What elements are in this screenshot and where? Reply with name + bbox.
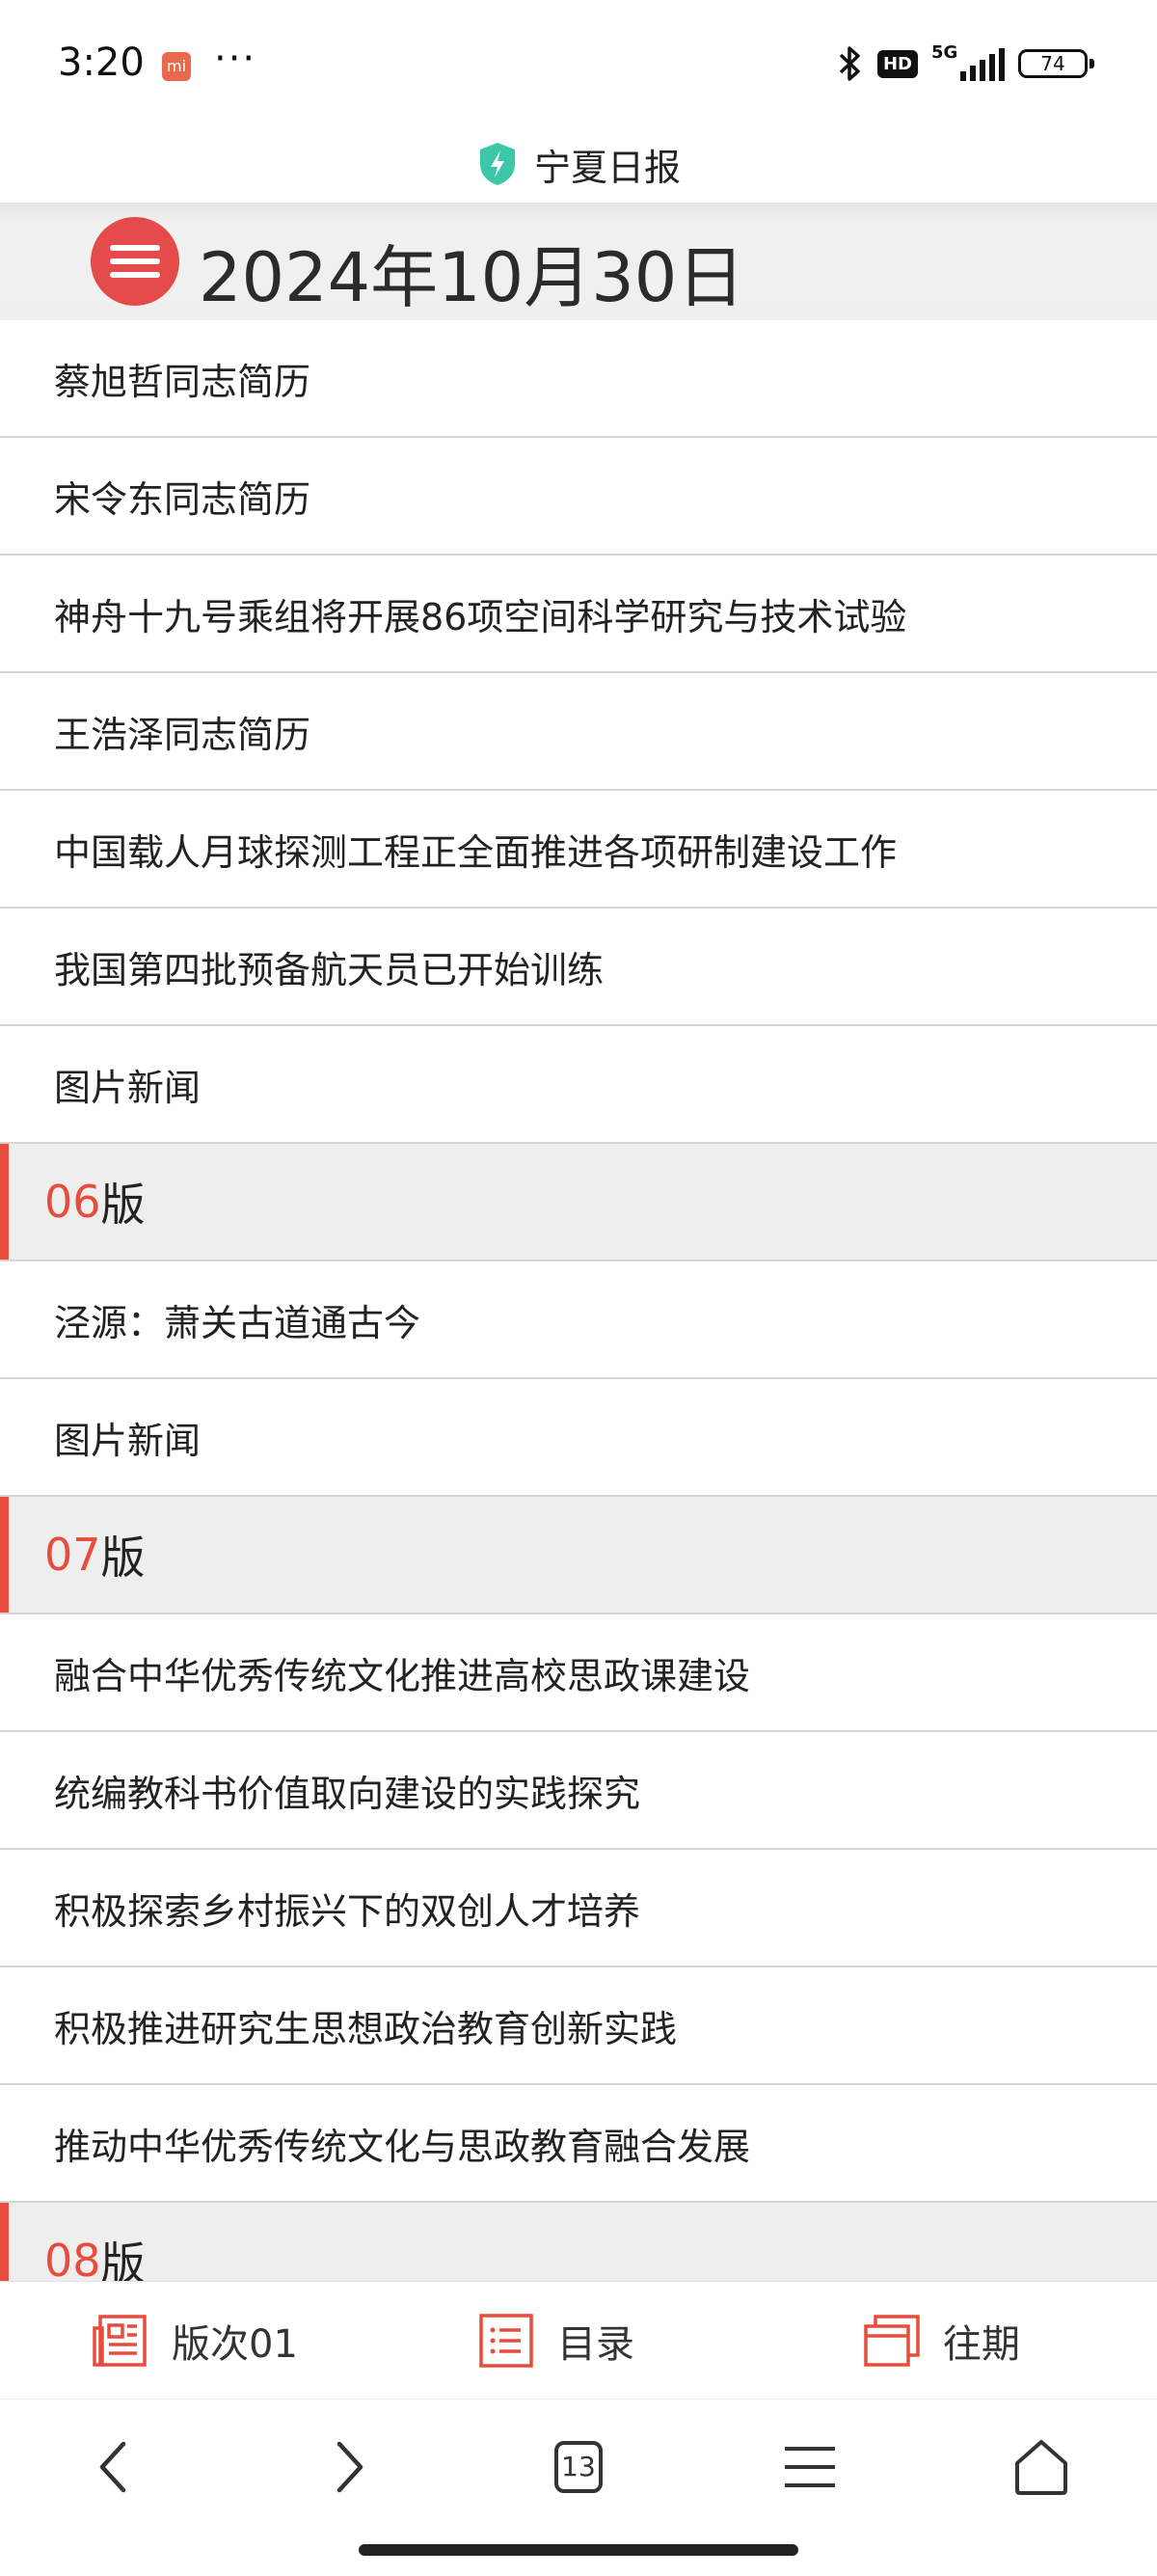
signal-icon: 5G (931, 42, 1005, 85)
section-number: 06 (44, 1176, 101, 1228)
site-title-bar: 宁夏日报 (0, 125, 1157, 203)
section-suffix: 版 (100, 1532, 146, 1584)
list-item[interactable]: 王浩泽同志简历 (0, 673, 1157, 791)
chevron-right-icon (336, 2441, 363, 2493)
newspaper-icon (93, 2315, 147, 2367)
list-item[interactable]: 图片新闻 (0, 1379, 1157, 1497)
tab-contents-label: 目录 (557, 2322, 634, 2367)
bluetooth-icon (839, 46, 860, 81)
section-header-07[interactable]: 07 版 (0, 1497, 1157, 1614)
browser-nav-bar: 13 (0, 2399, 1157, 2576)
shield-icon (479, 143, 515, 185)
hd-icon: HD (876, 49, 918, 78)
hamburger-icon (785, 2447, 835, 2487)
archive-icon (864, 2315, 920, 2367)
section-number: 07 (44, 1529, 101, 1581)
tab-archive-label: 往期 (943, 2322, 1020, 2367)
site-name: 宁夏日报 (533, 146, 681, 189)
menu-button[interactable] (91, 217, 179, 306)
list-item[interactable]: 中国载人月球探测工程正全面推进各项研制建设工作 (0, 791, 1157, 908)
list-item[interactable]: 积极探索乡村振兴下的双创人才培养 (0, 1850, 1157, 1967)
tabs-button[interactable]: 13 (540, 2428, 617, 2506)
more-notifications-icon: ··· (214, 37, 257, 81)
battery-icon: 74 (1018, 49, 1094, 78)
list-item[interactable]: 我国第四批预备航天员已开始训练 (0, 908, 1157, 1026)
list-item[interactable]: 推动中华优秀传统文化与思政教育融合发展 (0, 2085, 1157, 2203)
list-item[interactable]: 融合中华优秀传统文化推进高校思政课建设 (0, 1614, 1157, 1732)
status-time: 3:20 (58, 41, 145, 85)
article-list: 蔡旭哲同志简历 宋令东同志简历 神舟十九号乘组将开展86项空间科学研究与技术试验… (0, 320, 1157, 2320)
mi-app-icon: mi (162, 52, 191, 81)
status-icons: HD 5G 74 (835, 42, 1094, 85)
chevron-left-icon (99, 2441, 126, 2493)
section-header-06[interactable]: 06 版 (0, 1144, 1157, 1261)
date-header: 2024年10月30日 (0, 203, 1157, 321)
list-item[interactable]: 统编教科书价值取向建设的实践探究 (0, 1732, 1157, 1850)
section-number: 08 (44, 2235, 101, 2287)
back-button[interactable] (75, 2428, 152, 2506)
list-item[interactable]: 泾源：萧关古道通古今 (0, 1261, 1157, 1379)
section-suffix: 版 (100, 1179, 146, 1231)
list-item[interactable]: 宋令东同志简历 (0, 438, 1157, 556)
list-icon (479, 2314, 533, 2368)
list-item[interactable]: 图片新闻 (0, 1026, 1157, 1144)
tab-edition[interactable]: 版次01 (91, 2282, 298, 2400)
tab-contents[interactable]: 目录 (476, 2282, 634, 2400)
tab-edition-label: 版次01 (172, 2322, 298, 2367)
home-indicator[interactable] (359, 2544, 798, 2556)
tab-count: 13 (554, 2441, 603, 2493)
list-item[interactable]: 神舟十九号乘组将开展86项空间科学研究与技术试验 (0, 556, 1157, 673)
network-type: 5G (931, 42, 958, 63)
bottom-tab-bar: 版次01 目录 往期 (0, 2281, 1157, 2400)
home-button[interactable] (1003, 2428, 1080, 2506)
list-item[interactable]: 积极推进研究生思想政治教育创新实践 (0, 1967, 1157, 2085)
home-icon (1015, 2440, 1067, 2495)
menu-lines-button[interactable] (771, 2428, 848, 2506)
status-bar: 3:20 mi ··· HD 5G 74 (0, 0, 1157, 125)
list-item[interactable]: 蔡旭哲同志简历 (0, 320, 1157, 438)
tab-archive[interactable]: 往期 (862, 2282, 1020, 2400)
date-title: 2024年10月30日 (199, 238, 745, 317)
forward-button[interactable] (310, 2428, 388, 2506)
